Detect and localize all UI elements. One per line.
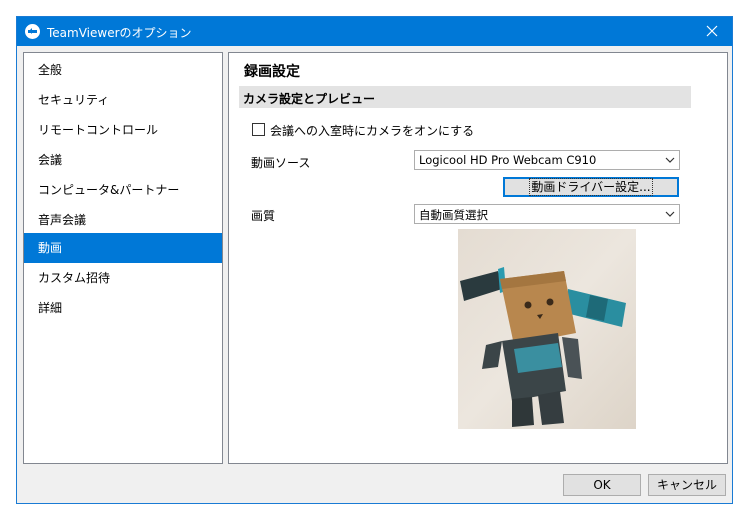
video-quality-value: 自動画質選択 [419,208,488,222]
video-source-value: Logicool HD Pro Webcam C910 [419,153,597,167]
cancel-button[interactable]: キャンセル [648,474,726,496]
teamviewer-logo-icon [25,24,40,39]
sidebar-item-computers-partners[interactable]: コンピュータ&パートナー [24,175,222,205]
sidebar-item-general[interactable]: 全般 [24,55,222,85]
sidebar-item-security[interactable]: セキュリティ [24,85,222,115]
sidebar-item-custom-invitation[interactable]: カスタム招待 [24,263,222,293]
category-list[interactable]: 全般 セキュリティ リモートコントロール 会議 コンピュータ&パートナー 音声会… [23,52,223,464]
chevron-down-icon [665,211,675,217]
sidebar-item-meeting[interactable]: 会議 [24,145,222,175]
options-window: TeamViewerのオプション 全般 セキュリティ リモートコントロール 会議… [16,16,733,504]
window-title: TeamViewerのオプション [47,26,192,40]
sidebar-item-remote-control[interactable]: リモートコントロール [24,115,222,145]
page-title: 録画設定 [244,64,300,80]
video-quality-select[interactable]: 自動画質選択 [414,204,680,224]
video-source-select[interactable]: Logicool HD Pro Webcam C910 [414,150,680,170]
section-header: カメラ設定とプレビュー [239,86,691,108]
video-driver-settings-label: 動画ドライバー設定... [529,178,653,196]
camera-on-join-checkbox[interactable] [252,123,265,136]
close-button[interactable] [692,17,732,46]
sidebar-item-video[interactable]: 動画 [24,233,222,263]
close-icon [706,25,718,37]
sidebar-item-advanced[interactable]: 詳細 [24,293,222,323]
ok-button[interactable]: OK [563,474,641,496]
settings-panel: 録画設定 カメラ設定とプレビュー 会議への入室時にカメラをオンにする 動画ソース… [228,52,728,464]
section-title: カメラ設定とプレビュー [243,92,376,106]
sidebar-item-audio-conference[interactable]: 音声会議 [24,205,222,235]
video-driver-settings-button[interactable]: 動画ドライバー設定... [503,177,679,197]
chevron-down-icon [665,157,675,163]
quality-label: 画質 [251,209,276,223]
webcam-preview-image [458,229,636,429]
video-source-label: 動画ソース [251,156,311,170]
camera-on-join-label[interactable]: 会議への入室時にカメラをオンにする [270,122,474,139]
title-bar[interactable]: TeamViewerのオプション [17,17,732,46]
